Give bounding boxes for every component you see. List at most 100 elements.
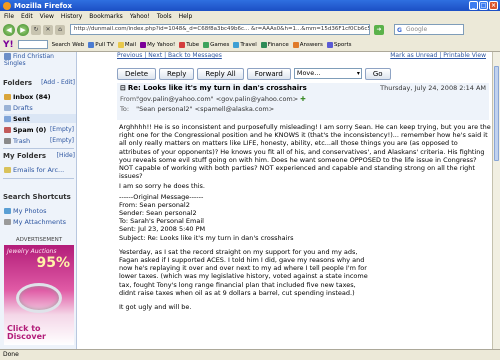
empty-spam-link[interactable]: [Empty]: [50, 126, 74, 133]
yahoo-my-yahoo[interactable]: My Yahoo!: [140, 41, 175, 48]
yahoo-pull-tv[interactable]: Pull TV: [88, 41, 114, 48]
window-controls: _ □ ×: [469, 1, 498, 10]
body-paragraph: Yesterday, as I sat the record straight …: [119, 247, 368, 297]
original-to: To: Sarah's Personal Email: [119, 217, 204, 226]
original-sent: Sent: Jul 23, 2008 5:40 PM: [119, 225, 206, 234]
go-button[interactable]: Go: [364, 67, 391, 80]
forward-icon[interactable]: ▶: [17, 23, 29, 36]
stop-icon[interactable]: ✕: [43, 24, 53, 35]
original-from: From: Sean personal2: [119, 200, 190, 209]
minimize-button[interactable]: _: [469, 1, 478, 10]
folder-trash[interactable]: Trash [Empty]: [4, 136, 76, 145]
yahoo-mail[interactable]: Mail: [117, 41, 136, 48]
original-subject: Subject: Re: Looks like it's my turn in …: [119, 233, 294, 242]
yahoo-sports[interactable]: Sports: [326, 41, 352, 48]
message-pane: Previous | Next | Back to Messages Mark …: [80, 52, 492, 349]
message-date: Thursday, July 24, 2008 2:14 AM: [380, 84, 486, 92]
folder-sent[interactable]: Sent: [4, 114, 76, 123]
navigation-toolbar: ◀ ▶ ↻ ✕ ⌂ http://dunmail.com/index.php?i…: [0, 21, 500, 38]
add-edit-folders-link[interactable]: [Add - Edit]: [41, 79, 75, 89]
forward-button[interactable]: Forward: [246, 67, 291, 80]
yahoo-tube[interactable]: Tube: [179, 41, 199, 48]
close-button[interactable]: ×: [489, 1, 498, 10]
message-header: ⊟ Re: Looks like it's my turn in dan's c…: [117, 83, 489, 120]
status-bar: Done: [0, 349, 500, 360]
back-icon[interactable]: ◀: [3, 23, 15, 36]
spam-icon: [4, 126, 11, 133]
message-to: To: "Sean personal2" <spamell@alaska.com…: [120, 105, 275, 113]
maximize-button[interactable]: □: [479, 1, 488, 10]
collapse-icon[interactable]: ⊟: [120, 84, 126, 92]
search-input[interactable]: G Google: [394, 24, 464, 35]
folder-drafts[interactable]: Drafts: [4, 103, 76, 112]
empty-trash-link[interactable]: [Empty]: [50, 137, 74, 144]
menu-view[interactable]: View: [40, 13, 54, 20]
scrollbar-thumb[interactable]: [494, 66, 499, 161]
ad-click-text: Click to Discover: [7, 324, 46, 341]
menu-edit[interactable]: Edit: [21, 13, 33, 20]
yahoo-finance[interactable]: Finance: [260, 41, 289, 48]
menu-help[interactable]: Help: [179, 13, 193, 20]
firefox-icon: [3, 1, 11, 10]
yahoo-toolbar: Y! Search Web Pull TV Mail My Yahoo! Tub…: [0, 38, 500, 52]
message-nav-links[interactable]: Previous | Next | Back to Messages: [117, 52, 222, 59]
yahoo-games[interactable]: Games: [203, 41, 229, 48]
page-content: Find Christian Singles Folders [Add - Ed…: [0, 52, 492, 349]
folder-emails-for-arc[interactable]: Emails for Arc...: [4, 165, 76, 174]
folder-icon: [4, 166, 11, 173]
yahoo-search-web[interactable]: Search Web: [52, 42, 85, 48]
window-title: Mozilla Firefox: [14, 1, 72, 10]
move-select[interactable]: Move...: [293, 68, 362, 79]
trash-icon: [4, 137, 11, 144]
hide-folders-link[interactable]: [Hide]: [57, 152, 75, 162]
drafts-icon: [4, 104, 11, 111]
folder-spam[interactable]: Spam (0) [Empty]: [4, 125, 76, 134]
original-sender: Sender: Sean personal2: [119, 209, 197, 218]
vertical-scrollbar[interactable]: [492, 52, 500, 349]
address-bar[interactable]: http://dunmail.com/index.php?id=1048&_d=…: [70, 24, 370, 35]
sent-icon: [4, 115, 11, 122]
advertisement-banner[interactable]: Jewelry Auctions 95% Click to Discover: [4, 245, 74, 345]
inbox-icon: [4, 93, 11, 100]
delete-button[interactable]: Delete: [117, 67, 156, 80]
original-message-separator: ------Original Message------: [119, 192, 204, 201]
yahoo-search-input[interactable]: [17, 40, 48, 49]
ad-label: ADVERTISEMENT: [15, 237, 63, 243]
google-icon: G: [397, 27, 402, 34]
yahoo-travel[interactable]: Travel: [233, 41, 257, 48]
body-line: It got ugly and will be.: [119, 303, 192, 312]
body-line: I am so sorry he does this.: [119, 182, 205, 191]
menubar: File Edit View History Bookmarks Yahoo! …: [0, 11, 500, 21]
go-icon[interactable]: ➜: [374, 24, 384, 35]
ad-text: Jewelry Auctions: [7, 248, 57, 255]
reply-button[interactable]: Reply: [159, 67, 195, 80]
message-view-links[interactable]: Mark as Unread | Printable View: [390, 52, 486, 59]
menu-history[interactable]: History: [61, 13, 82, 20]
yahoo-logo[interactable]: Y!: [3, 40, 14, 50]
find-singles-link[interactable]: Find Christian Singles: [4, 53, 76, 67]
menu-file[interactable]: File: [4, 13, 14, 20]
shortcut-my-photos[interactable]: My Photos: [4, 206, 76, 215]
reload-icon[interactable]: ↻: [31, 24, 41, 35]
folders-header: Folders [Add - Edit]: [3, 79, 75, 89]
window-titlebar: Mozilla Firefox _ □ ×: [0, 0, 500, 11]
search-shortcuts-header: Search Shortcuts: [3, 193, 71, 201]
divider: [3, 148, 74, 149]
menu-bookmarks[interactable]: Bookmarks: [89, 13, 123, 20]
shortcut-my-attachments[interactable]: My Attachments: [4, 217, 76, 226]
menu-yahoo[interactable]: Yahoo!: [130, 13, 150, 20]
add-contact-icon[interactable]: ✚: [300, 95, 305, 103]
message-body: Arghhhh!! He is so inconsistent and purp…: [119, 123, 491, 313]
yahoo-answers[interactable]: Answers: [292, 41, 323, 48]
reply-all-button[interactable]: Reply All: [197, 67, 244, 80]
folder-inbox[interactable]: Inbox (84): [4, 92, 76, 101]
mail-sidebar: Find Christian Singles Folders [Add - Ed…: [0, 52, 77, 349]
message-subject: ⊟ Re: Looks like it's my turn in dan's c…: [120, 84, 307, 92]
body-paragraph: Arghhhh!! He is so inconsistent and purp…: [119, 123, 491, 181]
ad-percent: 95%: [36, 255, 70, 271]
attachment-icon: [4, 218, 11, 225]
ring-image: [16, 283, 62, 313]
photos-icon: [4, 207, 11, 214]
menu-tools[interactable]: Tools: [157, 13, 172, 20]
home-icon[interactable]: ⌂: [55, 24, 65, 35]
